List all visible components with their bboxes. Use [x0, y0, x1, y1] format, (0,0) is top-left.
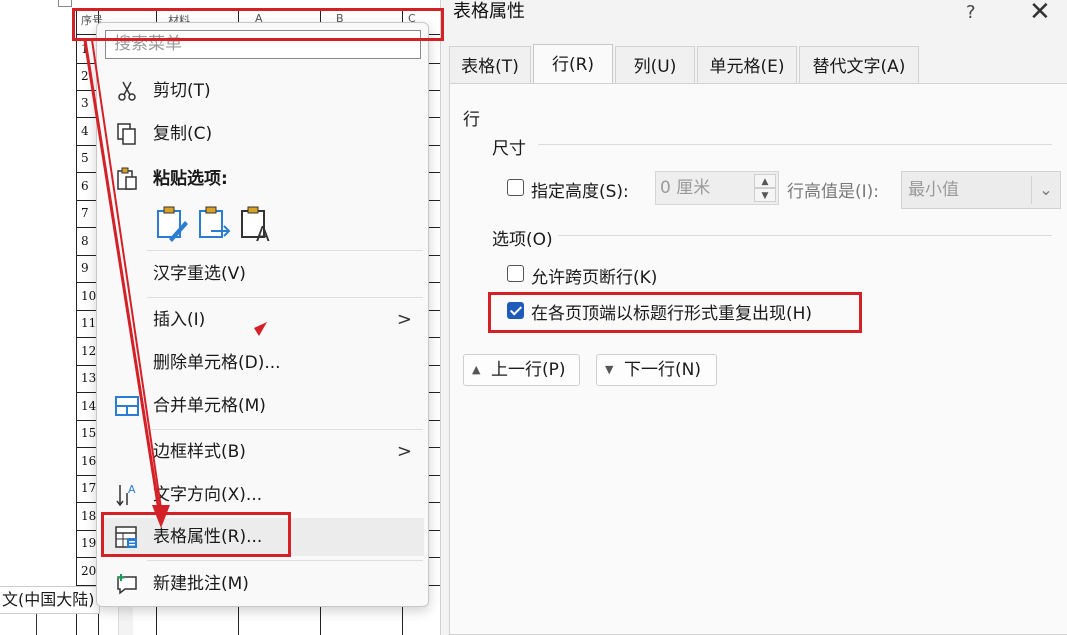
- height-spinner[interactable]: 0 厘米 ▲ ▼: [655, 171, 779, 205]
- menu-item-merge-cells[interactable]: 合并单元格(M): [101, 387, 424, 425]
- row-number: 12: [81, 344, 97, 358]
- scissors-icon: [115, 79, 139, 103]
- menu-item-label: 剪切(T): [153, 81, 211, 101]
- row-height-is-value: 最小值: [908, 180, 959, 200]
- menu-item-label: 文字方向(X)...: [153, 485, 263, 505]
- button-label: 下一行(N): [624, 360, 701, 380]
- row-number: 8: [81, 234, 89, 248]
- paste-options-group: A: [155, 205, 285, 246]
- help-button[interactable]: ?: [966, 2, 976, 23]
- triangle-up-icon: ▲: [472, 363, 481, 376]
- svg-text:A: A: [128, 483, 136, 496]
- row-number: 18: [81, 509, 97, 523]
- highlight-header-row: [72, 8, 444, 41]
- row-number: 1: [81, 42, 89, 56]
- row-number: 7: [81, 206, 89, 220]
- spin-up-icon[interactable]: ▲: [754, 174, 776, 188]
- language-status[interactable]: 文(中国大陆): [0, 586, 100, 614]
- row-number: 20: [81, 564, 97, 578]
- spin-down-icon[interactable]: ▼: [754, 188, 776, 202]
- menu-item-label: 边框样式(B): [153, 442, 246, 462]
- menu-item-paste-options: 粘贴选项:: [101, 160, 424, 198]
- dialog-title: 表格属性: [453, 1, 525, 22]
- menu-item-label: 汉字重选(V): [153, 264, 246, 284]
- specify-height-label: 指定高度(S):: [531, 182, 629, 202]
- menu-item-copy[interactable]: 复制(C): [101, 115, 424, 153]
- chevron-right-icon: >: [396, 309, 412, 330]
- table-move-handle[interactable]: [58, 0, 72, 7]
- allow-row-break-checkbox[interactable]: [507, 265, 524, 282]
- copy-icon: [115, 122, 139, 146]
- divider: [147, 297, 423, 298]
- paste-text-only-icon[interactable]: A: [239, 205, 273, 246]
- highlight-table-properties: [101, 512, 291, 557]
- row-number: 2: [81, 69, 89, 83]
- menu-item-label: 粘贴选项:: [153, 169, 228, 189]
- row-height-is-label: 行高值是(I):: [787, 182, 880, 202]
- divider: [147, 560, 423, 561]
- menu-item-label: 合并单元格(M): [153, 396, 266, 416]
- tab-alt-text[interactable]: 替代文字(A): [799, 46, 919, 83]
- paste-keep-formatting-icon[interactable]: [155, 205, 189, 243]
- divider: [147, 429, 423, 430]
- menu-item-reconvert[interactable]: 汉字重选(V): [101, 255, 424, 293]
- row-height-is-select[interactable]: 最小值 ⌄: [901, 171, 1061, 209]
- row-number: 6: [81, 179, 89, 193]
- menu-item-border-styles[interactable]: 边框样式(B) >: [101, 433, 424, 471]
- group-options-heading: 选项(O): [492, 230, 553, 250]
- chevron-down-icon: ⌄: [1031, 176, 1060, 204]
- divider: [538, 144, 1052, 145]
- row-tab-panel: 行 尺寸 指定高度(S): 0 厘米 ▲ ▼ 行高值是(I): 最小值 ⌄ 选项…: [449, 83, 1067, 635]
- menu-item-new-comment[interactable]: 新建批注(M): [101, 565, 424, 603]
- row-number: 17: [81, 481, 97, 495]
- row-number: 13: [81, 371, 97, 385]
- chevron-right-icon: >: [396, 441, 412, 462]
- divider: [558, 235, 1052, 236]
- divider: [36, 612, 37, 635]
- height-value: 0 厘米: [660, 178, 711, 198]
- row-number: 4: [81, 124, 89, 138]
- svg-text:A: A: [256, 222, 270, 243]
- menu-item-text-direction[interactable]: A 文字方向(X)...: [101, 476, 424, 514]
- row-number: 9: [81, 261, 89, 275]
- tab-column[interactable]: 列(U): [615, 46, 695, 83]
- tab-cell[interactable]: 单元格(E): [697, 46, 797, 83]
- specify-height-checkbox[interactable]: [507, 179, 524, 196]
- row-number: 5: [81, 151, 89, 165]
- button-label: 上一行(P): [491, 360, 566, 380]
- text-direction-icon: A: [115, 483, 139, 507]
- spinner-buttons: ▲ ▼: [754, 174, 776, 202]
- new-comment-icon: [115, 572, 139, 596]
- menu-item-label: 插入(I): [153, 310, 206, 330]
- menu-item-cut[interactable]: 剪切(T): [101, 72, 424, 110]
- close-button[interactable]: ✕: [1029, 0, 1051, 26]
- menu-item-label: 复制(C): [153, 124, 213, 144]
- group-size-heading: 尺寸: [492, 139, 526, 159]
- row-number: 14: [81, 399, 97, 413]
- next-row-button[interactable]: ▼ 下一行(N): [596, 354, 717, 386]
- divider: [147, 250, 423, 251]
- triangle-down-icon: ▼: [605, 363, 614, 376]
- row-number: 15: [81, 426, 97, 440]
- merge-cells-icon: [115, 394, 139, 418]
- previous-row-button[interactable]: ▲ 上一行(P): [463, 354, 580, 386]
- row-number: 10: [81, 289, 97, 303]
- allow-row-break-label: 允许跨页断行(K): [531, 268, 658, 288]
- tab-table[interactable]: 表格(T): [449, 46, 531, 83]
- clipboard-icon: [115, 167, 139, 191]
- row-number: 19: [81, 536, 97, 550]
- menu-item-insert[interactable]: 插入(I) >: [101, 301, 424, 339]
- highlight-repeat-header: [488, 292, 862, 333]
- row-number: 16: [81, 454, 97, 468]
- row-number: 11: [81, 316, 97, 330]
- menu-item-delete-cells[interactable]: 删除单元格(D)...: [101, 344, 424, 382]
- section-row-heading: 行: [463, 110, 480, 130]
- menu-item-label: 新建批注(M): [153, 574, 249, 594]
- tab-row[interactable]: 行(R): [533, 44, 613, 84]
- row-number: 3: [81, 96, 89, 110]
- paste-merge-formatting-icon[interactable]: [197, 205, 231, 243]
- menu-item-label: 删除单元格(D)...: [153, 353, 281, 373]
